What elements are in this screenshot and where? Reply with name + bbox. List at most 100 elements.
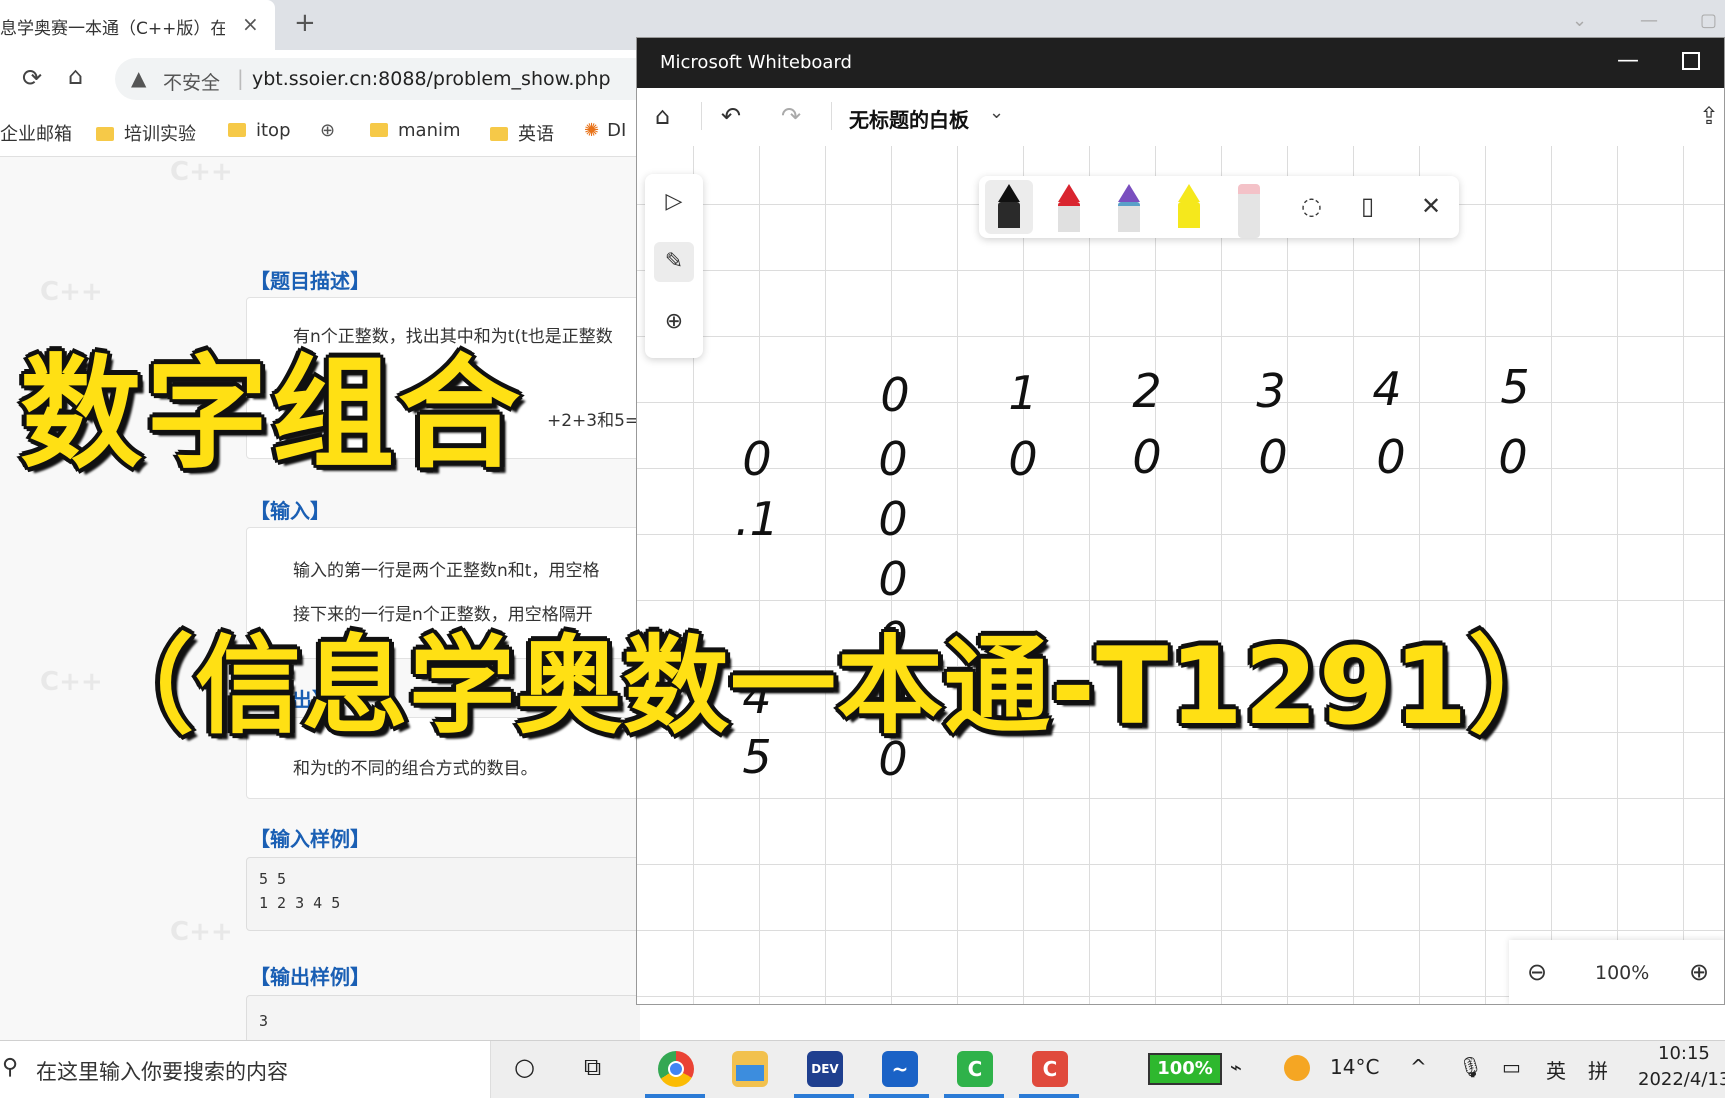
clock-date[interactable]: 2022/4/13 [1638,1069,1725,1090]
red-pen-icon[interactable] [1058,184,1080,232]
black-pen-icon[interactable] [998,184,1020,232]
bookmark-label: 英语 [518,124,554,145]
select-icon[interactable]: ▷ [654,182,694,222]
hw-column-header: 0 [880,368,910,422]
home-icon[interactable]: ⌂ [655,102,670,130]
weather-icon[interactable] [1284,1055,1310,1081]
hw-cell: 0 [1008,432,1038,486]
site-favicon-icon: ✺ [584,120,600,141]
whiteboard-window: Microsoft Whiteboard — ⌂ ↶ ↷ 无标题的白板 ⌄ ⇪ … [636,37,1725,1005]
warning-icon[interactable]: ▲ [131,66,146,90]
search-placeholder[interactable]: 在这里输入你要搜索的内容 [36,1056,288,1086]
bookmark-folder[interactable]: itop [228,120,291,141]
zoom-bar: ⊖ 100% ⊕ [1509,940,1724,1004]
chrome-icon[interactable] [658,1051,694,1087]
network-icon[interactable]: ▭ [1502,1055,1521,1079]
tab-close-icon[interactable]: × [242,12,259,36]
hw-row-header: .1 [735,492,779,546]
insecure-label[interactable]: 不安全 [163,68,220,95]
microphone-icon[interactable]: 🎙 [1458,1055,1483,1079]
sample-input-box: 5 5 1 2 3 4 5 [246,857,640,931]
watermark-text: C++ [170,157,233,187]
battery-indicator[interactable]: 100% [1148,1053,1222,1085]
browser-maximize-button[interactable]: ▢ [1700,10,1717,31]
hw-column-header: 3 [1256,364,1286,418]
active-indicator [645,1094,705,1098]
ime-language[interactable]: 英 [1546,1055,1566,1084]
input-line: 输入的第一行是两个正整数n和t，用空格 [293,561,600,581]
whiteboard-minimize-button[interactable]: — [1617,48,1639,73]
whiteboard-app-icon[interactable]: ~ [882,1051,918,1087]
bookmark-folder[interactable]: 培训实验 [96,120,196,146]
hw-column-header: 1 [1008,366,1038,420]
bookmark-item[interactable]: 企业邮箱 [0,120,72,146]
file-explorer-icon[interactable] [732,1051,768,1087]
browser-minimize-button[interactable]: — [1640,10,1658,31]
undo-icon[interactable]: ↶ [721,102,741,130]
camtasia-green-icon[interactable]: C [957,1051,993,1087]
galaxy-pen-icon[interactable] [1118,184,1140,232]
folder-icon [370,123,388,137]
overlay-subtitle: （信息学奥数一本通-T1291） [88,625,1576,748]
divider [701,102,702,130]
new-tab-button[interactable]: + [294,8,316,38]
bookmark-label: 培训实验 [124,124,196,145]
sample-output-box: 3 [246,995,640,1040]
globe-icon[interactable]: ⊕ [320,120,335,141]
active-indicator [869,1094,929,1098]
chevron-up-icon[interactable]: ^ [1410,1055,1427,1079]
active-indicator [944,1094,1004,1098]
add-icon[interactable]: ⊕ [654,302,694,342]
camtasia-red-icon[interactable]: C [1032,1051,1068,1087]
zoom-out-icon[interactable]: ⊖ [1527,958,1547,986]
hw-cell: 0 [1498,430,1528,484]
task-view-icon[interactable]: ⧉ [584,1053,601,1081]
url-text[interactable]: ybt.ssoier.cn:8088/problem_show.php [252,68,611,90]
bookmark-folder[interactable]: 英语 [490,120,554,146]
active-indicator [794,1094,854,1098]
folder-icon [490,127,508,141]
usb-icon[interactable]: ⌁ [1230,1055,1242,1079]
bookmark-label: manim [398,120,461,141]
tab-search-chevron-icon[interactable]: ⌄ [1572,10,1587,31]
zoom-level[interactable]: 100% [1595,962,1649,984]
home-icon[interactable]: ⌂ [68,62,83,90]
browser-tab[interactable]: 息学奥赛一本通（C++版）在线 × [0,0,275,50]
ruler-icon[interactable]: ▯ [1361,192,1374,220]
lasso-icon[interactable]: ◌ [1301,192,1322,220]
clock-time[interactable]: 10:15 [1658,1043,1710,1064]
hw-cell: 0 [1258,430,1288,484]
temperature[interactable]: 14°C [1330,1055,1379,1079]
chevron-down-icon[interactable]: ⌄ [989,102,1004,123]
hw-column-header: 5 [1500,360,1530,414]
taskbar-search[interactable]: ⚲ 在这里输入你要搜索的内容 [0,1041,491,1098]
reload-icon[interactable]: ⟳ [22,64,42,92]
zoom-in-icon[interactable]: ⊕ [1689,958,1709,986]
sample-output-title: 【输出样例】 [250,965,370,989]
output-line: 和为t的不同的组合方式的数目。 [293,759,538,779]
close-icon[interactable]: ✕ [1421,192,1441,220]
bookmark-item[interactable]: ✺ DI [584,120,626,141]
watermark-text: C++ [40,277,103,307]
whiteboard-maximize-button[interactable] [1682,52,1700,70]
cortana-icon[interactable]: ○ [514,1053,535,1081]
folder-icon [96,127,114,141]
problem-page: C++ C++ C++ C++ 【题目描述】 有n个正整数，找出其中和为t(t也… [0,157,640,1040]
hw-column-header: 2 [1132,364,1162,418]
dev-cpp-icon[interactable]: DEV [807,1051,843,1087]
whiteboard-canvas[interactable]: ▷ ✎ ⊕ ◌ ▯ ✕ 0 1 2 3 4 5 0 .1 4 5 0 0 0 0… [637,146,1724,1004]
redo-icon[interactable]: ↷ [781,102,801,130]
hw-column-header: 4 [1372,362,1402,416]
sample-input-title: 【输入样例】 [250,827,370,851]
hw-row-header: 0 [742,432,772,486]
description-title: 【题目描述】 [250,269,370,293]
pen-icon[interactable]: ✎ [654,242,694,282]
hw-cell: 0 [878,432,908,486]
board-name[interactable]: 无标题的白板 [849,104,969,133]
bookmark-folder[interactable]: manim [370,120,461,141]
ime-mode[interactable]: 拼 [1588,1055,1608,1084]
highlighter-icon[interactable] [1178,184,1200,232]
eraser-icon[interactable] [1238,184,1260,238]
hw-cell: 0 [878,552,908,606]
share-icon[interactable]: ⇪ [1699,102,1719,130]
